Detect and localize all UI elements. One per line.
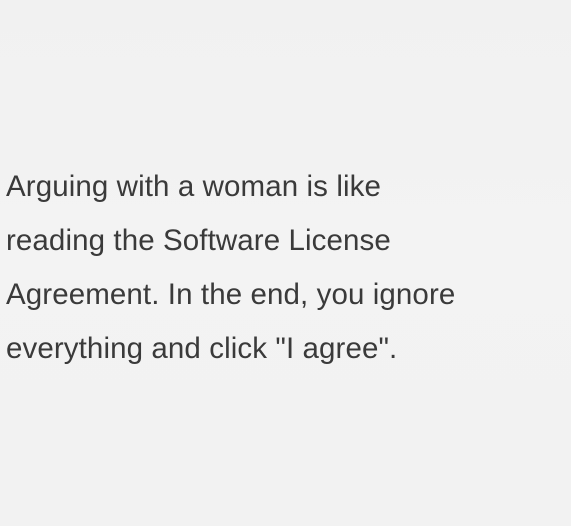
quote-text: Arguing with a woman is like reading the… (6, 160, 568, 376)
quote-line: reading the Software License (6, 224, 391, 257)
quote-line: everything and click "I agree". (6, 332, 398, 365)
quote-line: Arguing with a woman is like (6, 170, 381, 203)
quote-line: Agreement. In the end, you ignore (6, 278, 456, 311)
